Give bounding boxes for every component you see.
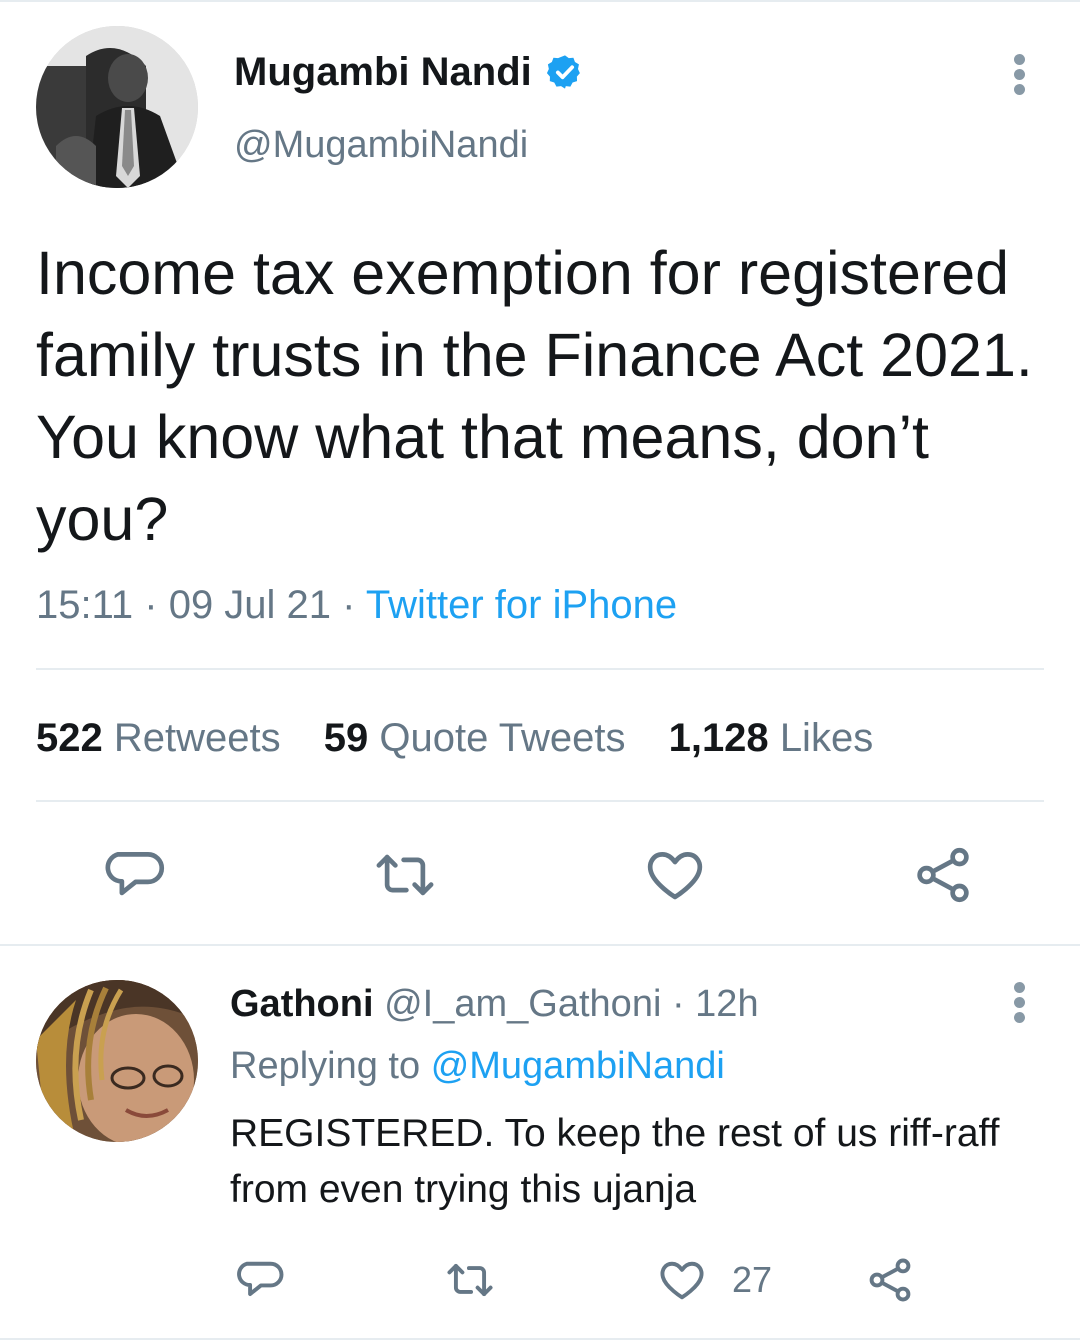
retweet-icon[interactable] (372, 842, 438, 908)
reply-author-avatar[interactable] (36, 980, 198, 1142)
more-options-icon[interactable] (1004, 52, 1036, 96)
verified-badge-icon (546, 52, 584, 90)
retweets-count: 522 (36, 716, 103, 760)
reply-icon[interactable] (104, 842, 170, 908)
tweet-date: 09 Jul 21 (168, 583, 332, 627)
tweet-source-link[interactable]: Twitter for iPhone (366, 583, 677, 627)
replying-to-handle[interactable]: @MugambiNandi (431, 1045, 725, 1087)
retweets-label: Retweets (113, 716, 281, 760)
likes-label: Likes (779, 716, 874, 760)
share-icon[interactable] (910, 842, 976, 908)
reply-separator (0, 944, 1080, 946)
reply-more-options-icon[interactable] (1004, 980, 1036, 1024)
likes-stat[interactable]: 1,128 Likes (669, 716, 874, 760)
reply-like-icon[interactable] (656, 1254, 708, 1306)
meta-separator: · (144, 583, 169, 627)
reply-share-icon[interactable] (864, 1254, 916, 1306)
reply-author-handle[interactable]: @I_am_Gathoni (384, 983, 661, 1025)
reply-time: 12h (695, 983, 759, 1025)
stats-bottom-divider (36, 800, 1044, 802)
author-name[interactable]: Mugambi Nandi (234, 50, 532, 94)
author-handle[interactable]: @MugambiNandi (234, 120, 528, 170)
meta-separator: · (342, 583, 366, 627)
bottom-divider (0, 1338, 1080, 1340)
reply-text: REGISTERED. To keep the rest of us riff-… (230, 1112, 1000, 1211)
meta-separator: · (671, 983, 685, 1025)
top-divider (0, 0, 1080, 2)
reply-author-name[interactable]: Gathoni (230, 983, 374, 1025)
quote-tweets-stat[interactable]: 59 Quote Tweets (324, 716, 626, 760)
tweet-stats: 522 Retweets 59 Quote Tweets 1,128 Likes (36, 710, 905, 766)
author-avatar[interactable] (36, 26, 198, 188)
stats-top-divider (36, 668, 1044, 670)
author-name-row[interactable]: Mugambi Nandi (234, 46, 584, 98)
reply-header: Gathoni @I_am_Gathoni · 12h (230, 978, 759, 1030)
reply-reply-icon[interactable] (236, 1254, 288, 1306)
retweets-stat[interactable]: 522 Retweets (36, 716, 281, 760)
quote-tweets-count: 59 (323, 716, 369, 760)
reply-like-count: 27 (732, 1259, 773, 1300)
tweet-meta: 15:11 · 09 Jul 21 · Twitter for iPhone (36, 578, 677, 632)
quote-tweets-label: Quote Tweets (379, 716, 626, 760)
reply-retweet-icon[interactable] (444, 1254, 496, 1306)
replying-to: Replying to @MugambiNandi (230, 1040, 725, 1092)
likes-count: 1,128 (668, 716, 769, 760)
tweet-time: 15:11 (36, 583, 134, 627)
like-icon[interactable] (642, 842, 708, 908)
replying-to-label: Replying to (230, 1045, 421, 1087)
tweet-text: Income tax exemption for registered fami… (36, 239, 1033, 553)
